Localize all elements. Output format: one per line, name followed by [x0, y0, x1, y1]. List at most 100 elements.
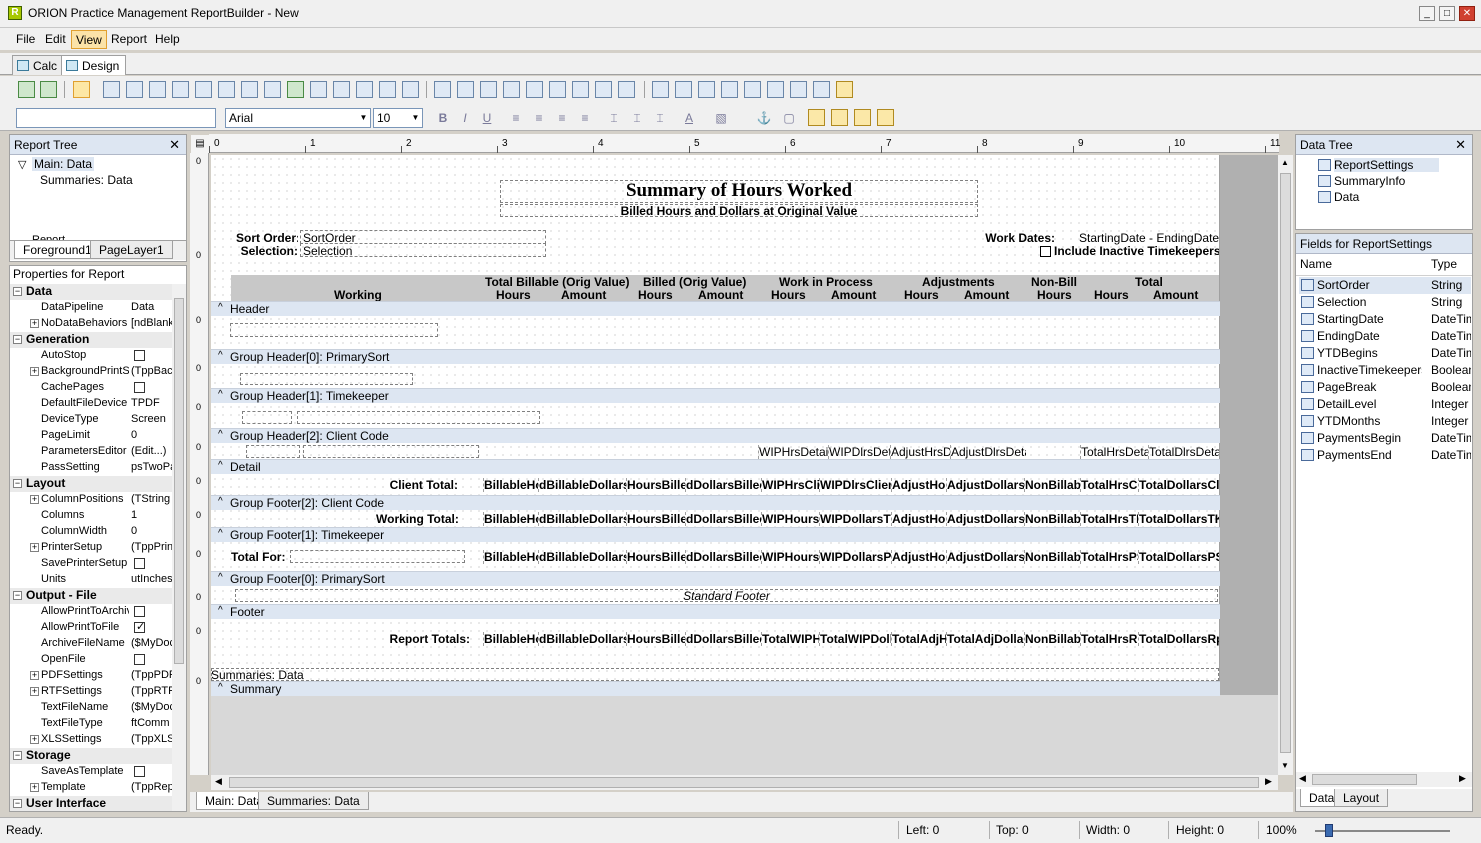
- band-footer[interactable]: Footer: [211, 604, 1220, 619]
- field-row[interactable]: StartingDateDateTime: [1299, 311, 1471, 328]
- report-field[interactable]: TotalHrsDetail: [1080, 445, 1148, 459]
- dbchart-icon[interactable]: [572, 81, 589, 98]
- shape-icon[interactable]: [218, 81, 235, 98]
- report-field[interactable]: TotalHrsCl: [1080, 478, 1138, 492]
- expand-icon[interactable]: +: [30, 783, 39, 792]
- property-row[interactable]: + XLSSettings (TppXLS: [10, 732, 180, 748]
- report-field[interactable]: BillableHours: [483, 632, 538, 646]
- report-field[interactable]: TotalDollarsPS: [1138, 550, 1219, 564]
- justify-icon[interactable]: ≡: [576, 109, 594, 127]
- property-row[interactable]: SavePrinterSetup: [10, 556, 180, 572]
- tk-field-box[interactable]: [242, 411, 292, 424]
- property-row[interactable]: PassSetting psTwoPa: [10, 460, 180, 476]
- property-row[interactable]: + RTFSettings (TppRTF: [10, 684, 180, 700]
- client-code-box[interactable]: [246, 445, 300, 458]
- advanced1-icon[interactable]: [652, 81, 669, 98]
- design-vertical-scrollbar[interactable]: ▲ ▼: [1278, 155, 1293, 775]
- collapse-icon[interactable]: −: [13, 591, 22, 600]
- report-field[interactable]: HoursBilled: [626, 478, 685, 492]
- band-header[interactable]: Header: [211, 301, 1220, 316]
- band-group-header-0[interactable]: Group Header[0]: PrimarySort: [211, 349, 1220, 364]
- scroll-up-icon[interactable]: ▲: [1281, 158, 1289, 167]
- picture-icon[interactable]: [264, 81, 281, 98]
- field-row[interactable]: YTDMonths Integer: [1299, 413, 1471, 430]
- report-field[interactable]: AdjustDollarsTK: [946, 512, 1024, 526]
- close-icon[interactable]: ✕: [169, 137, 180, 153]
- property-category[interactable]: − User Interface: [10, 796, 180, 811]
- send-backward-icon[interactable]: [877, 109, 894, 126]
- scroll-thumb[interactable]: [174, 298, 184, 664]
- align-center-icon[interactable]: ≡: [530, 109, 548, 127]
- property-category[interactable]: − Storage: [10, 748, 180, 764]
- expand-icon[interactable]: +: [30, 495, 39, 504]
- property-category[interactable]: − Output - File: [10, 588, 180, 604]
- header-field-box[interactable]: [230, 323, 438, 337]
- properties-scrollbar[interactable]: [172, 284, 186, 811]
- field-row[interactable]: PageBreak Boolean: [1299, 379, 1471, 396]
- total-for-box[interactable]: [290, 550, 465, 563]
- bring-forward-icon[interactable]: [854, 109, 871, 126]
- field-row[interactable]: InactiveTimekeepers Boolean: [1299, 362, 1471, 379]
- send-back-icon[interactable]: [831, 109, 848, 126]
- dbcheckbox-icon[interactable]: [595, 81, 612, 98]
- tab-summaries-data[interactable]: Summaries: Data: [258, 792, 369, 810]
- scroll-thumb[interactable]: [1312, 774, 1417, 785]
- expand-icon[interactable]: +: [30, 671, 39, 680]
- report-field[interactable]: dDollarsBilled: [685, 550, 761, 564]
- anchor-icon[interactable]: ⚓: [755, 109, 773, 127]
- report-field[interactable]: NonBillableHours: [1024, 550, 1080, 564]
- property-row[interactable]: + BackgroundPrintSe (TppBac: [10, 364, 180, 380]
- field-row[interactable]: Selection String: [1299, 294, 1471, 311]
- tab-calc[interactable]: Calc: [12, 55, 65, 75]
- align-middle-icon[interactable]: ⌶: [628, 109, 646, 127]
- report-field[interactable]: dDollarsBilled: [685, 478, 761, 492]
- grid-icon[interactable]: [813, 81, 830, 98]
- property-row[interactable]: TextFileType ftComm: [10, 716, 180, 732]
- zoom-slider-handle[interactable]: [1325, 824, 1333, 837]
- paint-icon[interactable]: [836, 81, 853, 98]
- report-field[interactable]: AdjustHrsDetail: [890, 445, 950, 459]
- report-field[interactable]: TotalWIPDollars: [819, 632, 891, 646]
- richtext-icon[interactable]: [149, 81, 166, 98]
- report-field[interactable]: TotalDollarsCl: [1138, 478, 1219, 492]
- property-checkbox[interactable]: [134, 558, 145, 569]
- report-field[interactable]: TotalAdjHrs: [891, 632, 946, 646]
- band-group-footer-0[interactable]: Group Footer[0]: PrimarySort: [211, 571, 1220, 586]
- property-row[interactable]: DeviceType Screen: [10, 412, 180, 428]
- tk-name-box[interactable]: [297, 411, 540, 424]
- advanced5-icon[interactable]: [744, 81, 761, 98]
- tab-design[interactable]: Design: [61, 55, 127, 75]
- report-field[interactable]: AdjustDlrsDetail: [950, 445, 1026, 459]
- report-field[interactable]: AdjustHoursPS: [891, 550, 946, 564]
- property-row[interactable]: PageLimit 0: [10, 428, 180, 444]
- tree-item-summaryinfo[interactable]: SummaryInfo: [1316, 173, 1466, 190]
- field-row[interactable]: YTDBeginsDateTime: [1299, 345, 1471, 362]
- report-field[interactable]: AdjustHoursCl: [891, 478, 946, 492]
- scroll-right-icon[interactable]: ▶: [1265, 776, 1272, 787]
- report-field[interactable]: dBillableDollars: [538, 512, 626, 526]
- report-field[interactable]: NonBillableHours: [1024, 632, 1080, 646]
- align-top-icon[interactable]: ⌶: [605, 109, 623, 127]
- close-icon[interactable]: ✕: [1455, 137, 1466, 153]
- tree-item-summaries[interactable]: Summaries: Data: [40, 173, 133, 187]
- report-field[interactable]: WIPDlrsDetail: [828, 445, 890, 459]
- report-field[interactable]: AdjustHoursTK: [891, 512, 946, 526]
- expand-icon[interactable]: +: [30, 735, 39, 744]
- property-row[interactable]: AllowPrintToArchiv: [10, 604, 180, 620]
- report-field[interactable]: TotalWIPHrs: [761, 632, 819, 646]
- select-arrow-icon[interactable]: [73, 81, 90, 98]
- barcode-icon[interactable]: [241, 81, 258, 98]
- collapse-icon[interactable]: −: [13, 335, 22, 344]
- advanced3-icon[interactable]: [698, 81, 715, 98]
- font-size-select[interactable]: 10 ▼: [373, 108, 423, 128]
- report-field[interactable]: WIPDollarsTK: [819, 512, 891, 526]
- maximize-button[interactable]: □: [1439, 6, 1455, 21]
- scroll-thumb[interactable]: [1280, 173, 1291, 753]
- zoom-slider-track[interactable]: [1315, 830, 1450, 832]
- property-row[interactable]: TextFileName ($MyDoc: [10, 700, 180, 716]
- property-row[interactable]: Units utInches: [10, 572, 180, 588]
- scroll-left-icon[interactable]: ◀: [215, 776, 222, 787]
- label-icon[interactable]: [103, 81, 120, 98]
- report-field[interactable]: WIPDollarsPS: [819, 550, 891, 564]
- property-row[interactable]: + Template (TppRep: [10, 780, 180, 796]
